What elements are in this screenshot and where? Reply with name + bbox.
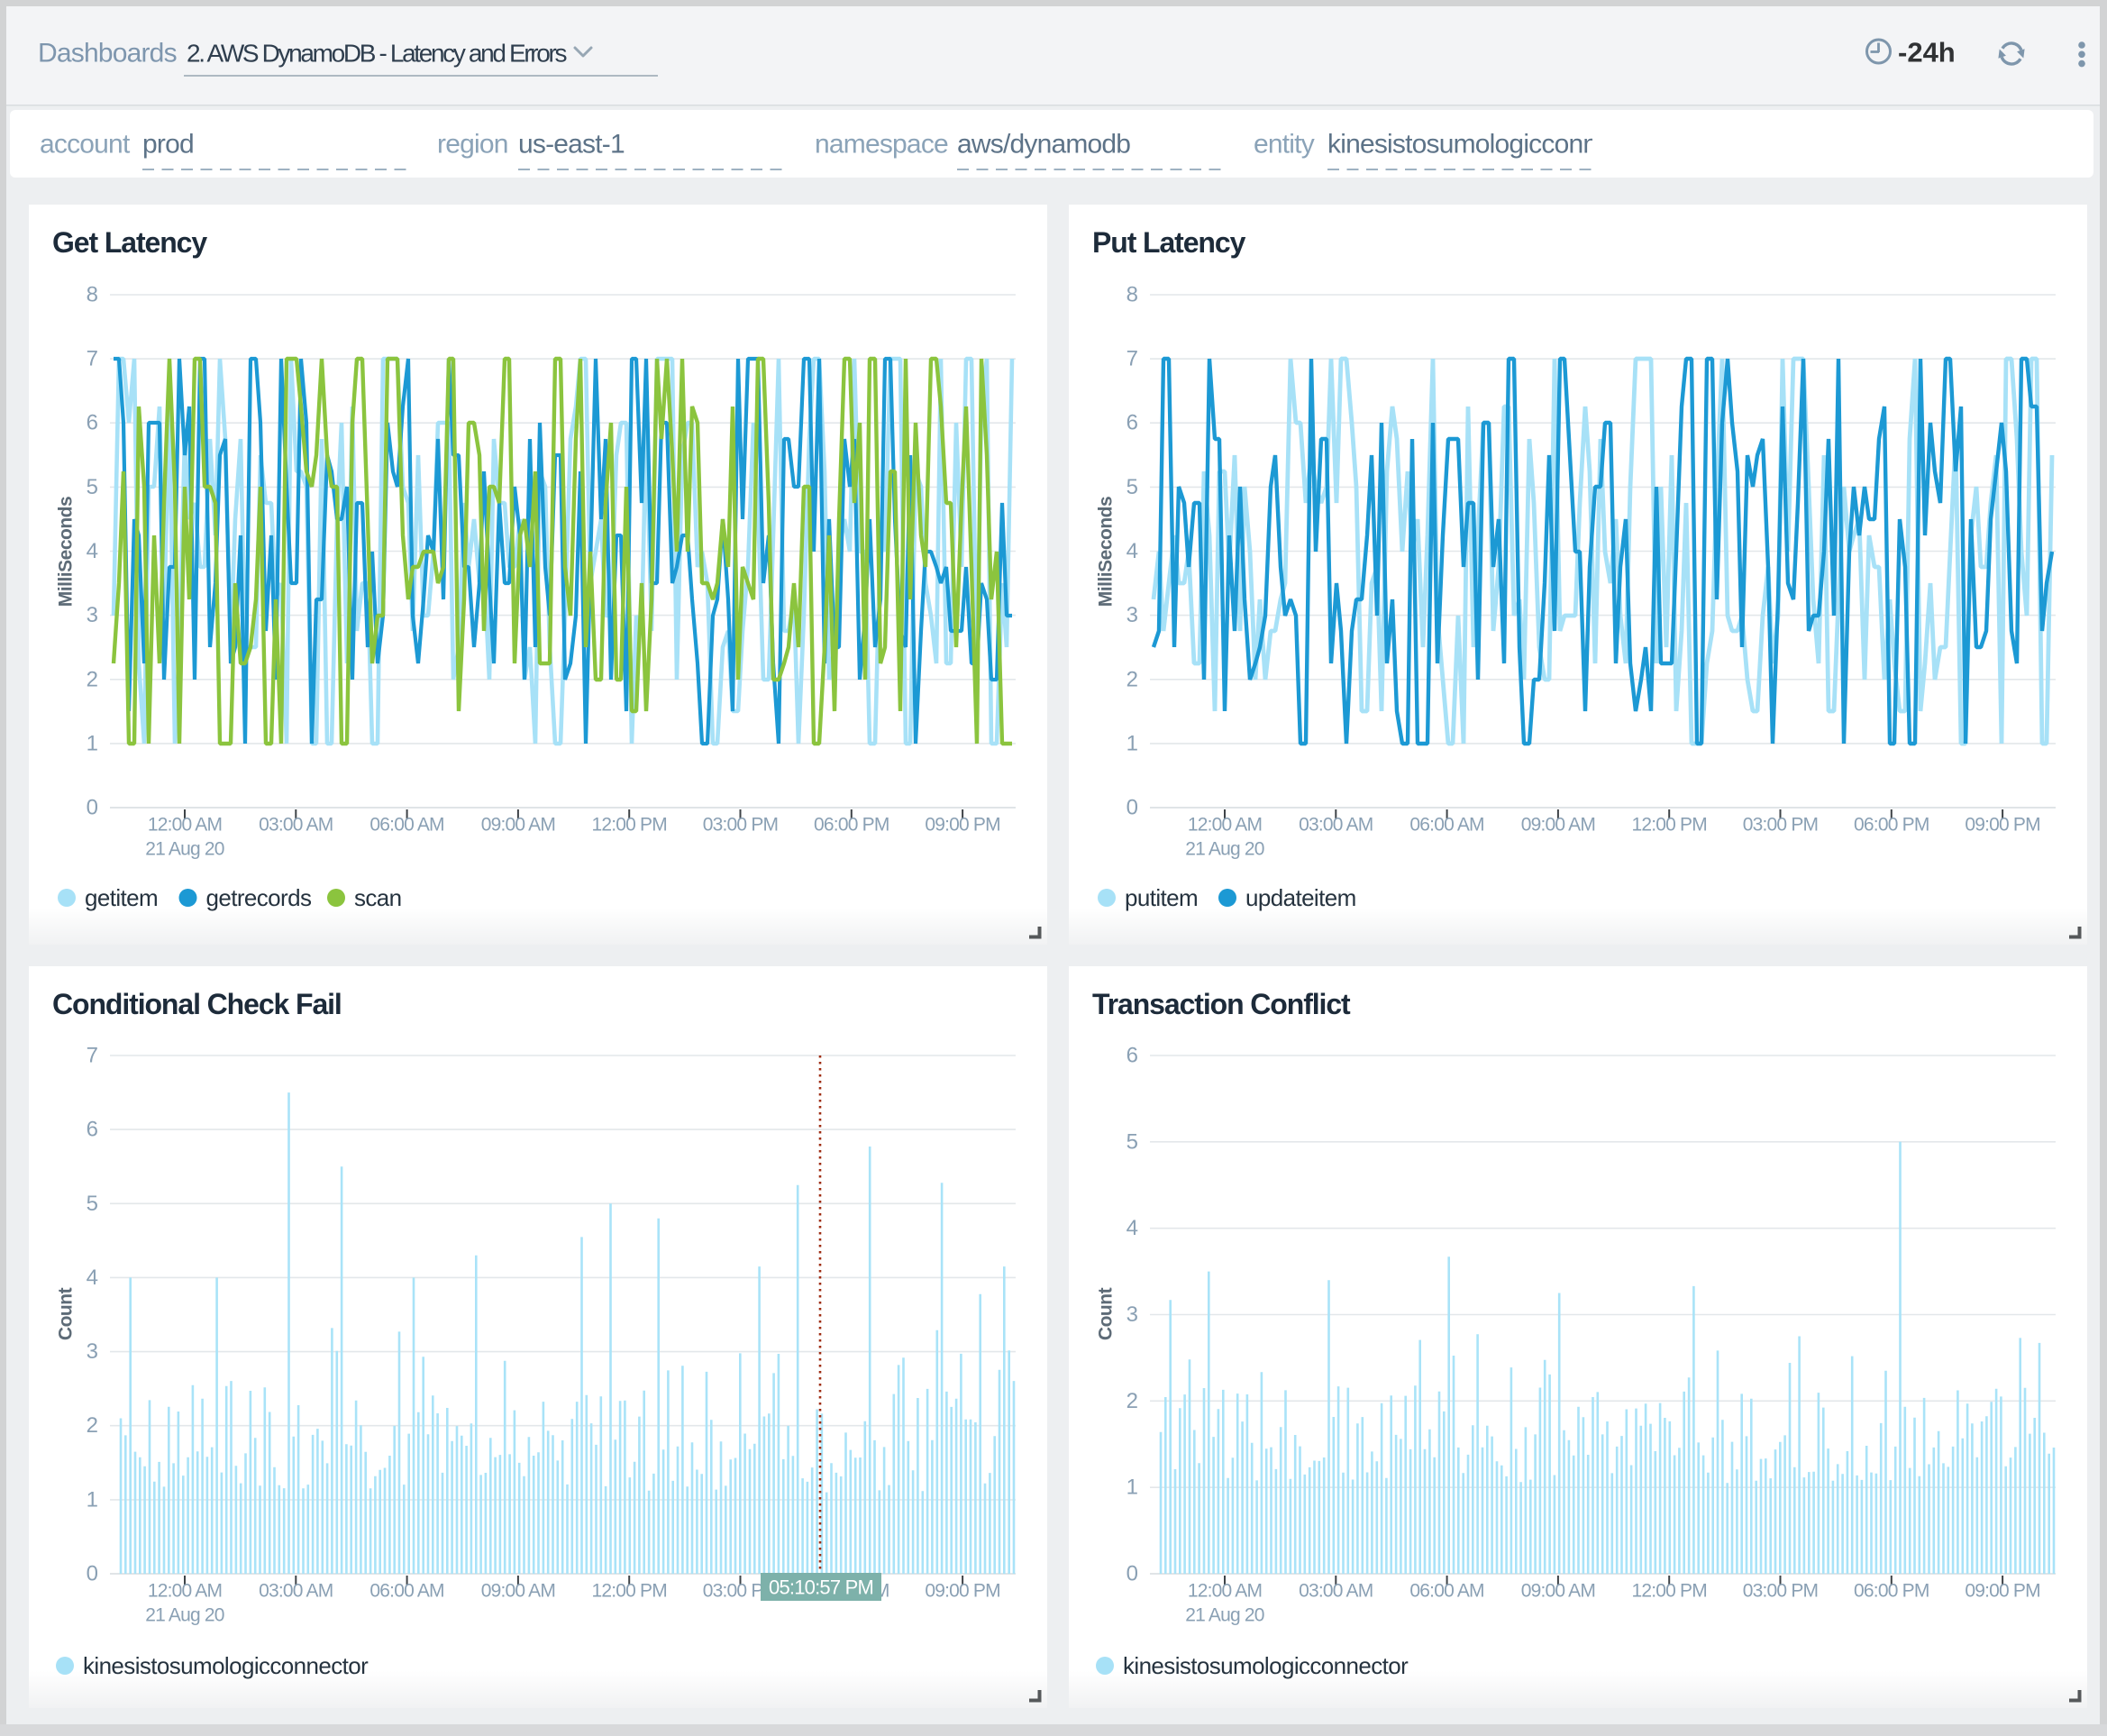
svg-text:4: 4	[87, 539, 98, 563]
svg-text:03:00 PM: 03:00 PM	[703, 815, 779, 836]
svg-text:6: 6	[87, 411, 98, 435]
svg-text:12:00 AM: 12:00 AM	[148, 815, 222, 836]
svg-text:prod: prod	[142, 130, 194, 160]
svg-text:5: 5	[1126, 475, 1138, 499]
svg-text:06:00 AM: 06:00 AM	[1409, 1581, 1483, 1602]
svg-text:0: 0	[87, 796, 98, 820]
svg-text:Get Latency: Get Latency	[52, 226, 207, 259]
svg-text:3: 3	[1126, 603, 1138, 627]
svg-text:21 Aug 20: 21 Aug 20	[1185, 839, 1264, 860]
svg-text:1: 1	[87, 731, 98, 755]
svg-text:03:00 AM: 03:00 AM	[259, 1581, 333, 1602]
svg-text:2: 2	[87, 667, 98, 691]
svg-text:6: 6	[1126, 411, 1138, 435]
svg-text:Conditional Check Fail: Conditional Check Fail	[52, 988, 342, 1020]
svg-text:09:00 PM: 09:00 PM	[1965, 1581, 2040, 1602]
svg-text:2: 2	[1126, 667, 1138, 691]
svg-text:4: 4	[87, 1265, 98, 1290]
svg-text:1: 1	[87, 1487, 98, 1512]
svg-text:06:00 AM: 06:00 AM	[369, 1581, 443, 1602]
svg-text:03:00 PM: 03:00 PM	[1743, 1581, 1819, 1602]
svg-text:4: 4	[1126, 539, 1138, 563]
svg-text:12:00 PM: 12:00 PM	[1631, 815, 1707, 836]
svg-text:2: 2	[87, 1413, 98, 1438]
svg-text:3: 3	[1126, 1302, 1138, 1327]
svg-text:namespace: namespace	[815, 130, 948, 160]
svg-text:2. AWS DynamoDB - Latency and: 2. AWS DynamoDB - Latency and Errors	[187, 40, 566, 68]
svg-text:06:00 AM: 06:00 AM	[369, 815, 443, 836]
svg-text:MilliSeconds: MilliSeconds	[1096, 497, 1117, 607]
svg-text:getrecords: getrecords	[206, 884, 312, 911]
svg-text:entity: entity	[1254, 130, 1315, 160]
svg-text:12:00 PM: 12:00 PM	[591, 815, 667, 836]
svg-text:2: 2	[1126, 1389, 1138, 1413]
svg-text:09:00 AM: 09:00 AM	[1521, 1581, 1595, 1602]
svg-text:09:00 PM: 09:00 PM	[925, 1581, 1000, 1602]
svg-text:8: 8	[87, 283, 98, 307]
svg-text:region: region	[437, 130, 508, 160]
svg-text:03:00 AM: 03:00 AM	[1299, 815, 1373, 836]
svg-text:kinesistosumologicconnector: kinesistosumologicconnector	[1123, 1652, 1409, 1679]
svg-text:aws/dynamodb: aws/dynamodb	[957, 130, 1130, 160]
svg-text:06:00 PM: 06:00 PM	[1854, 815, 1929, 836]
svg-text:MilliSeconds: MilliSeconds	[56, 497, 77, 607]
svg-text:09:00 PM: 09:00 PM	[1965, 815, 2040, 836]
svg-text:7: 7	[87, 347, 98, 371]
svg-text:09:00 PM: 09:00 PM	[925, 815, 1000, 836]
svg-text:12:00 AM: 12:00 AM	[1188, 815, 1262, 836]
svg-text:06:00 AM: 06:00 AM	[1409, 815, 1483, 836]
svg-text:12:00 PM: 12:00 PM	[1631, 1581, 1707, 1602]
svg-text:Dashboards: Dashboards	[38, 39, 177, 69]
svg-text:scan: scan	[354, 884, 402, 911]
svg-text:us-east-1: us-east-1	[518, 130, 625, 160]
svg-text:Put Latency: Put Latency	[1092, 226, 1246, 259]
svg-text:Count: Count	[1096, 1287, 1117, 1340]
svg-text:1: 1	[1126, 731, 1138, 755]
svg-text:3: 3	[87, 603, 98, 627]
svg-text:4: 4	[1126, 1216, 1138, 1240]
svg-text:3: 3	[87, 1339, 98, 1364]
svg-text:kinesistosumologicconnector: kinesistosumologicconnector	[83, 1652, 369, 1679]
svg-text:12:00 AM: 12:00 AM	[148, 1581, 222, 1602]
svg-text:0: 0	[87, 1562, 98, 1586]
svg-text:5: 5	[87, 1192, 98, 1216]
svg-text:account: account	[40, 130, 131, 160]
svg-text:06:00 PM: 06:00 PM	[1854, 1581, 1929, 1602]
svg-text:06:00 PM: 06:00 PM	[814, 815, 889, 836]
svg-text:09:00 AM: 09:00 AM	[481, 1581, 555, 1602]
svg-text:7: 7	[87, 1044, 98, 1068]
svg-text:03:00 AM: 03:00 AM	[1299, 1581, 1373, 1602]
svg-text:0: 0	[1126, 796, 1138, 820]
svg-text:21 Aug 20: 21 Aug 20	[145, 1605, 224, 1626]
svg-text:03:00 PM: 03:00 PM	[1743, 815, 1819, 836]
svg-text:putitem: putitem	[1125, 884, 1198, 911]
svg-text:03:00 AM: 03:00 AM	[259, 815, 333, 836]
svg-text:getitem: getitem	[85, 884, 158, 911]
svg-text:1: 1	[1126, 1476, 1138, 1500]
svg-text:6: 6	[1126, 1044, 1138, 1068]
svg-text:5: 5	[87, 475, 98, 499]
svg-text:8: 8	[1126, 283, 1138, 307]
svg-text:updateitem: updateitem	[1245, 884, 1356, 911]
svg-text:6: 6	[87, 1118, 98, 1142]
svg-text:05:10:57 PM: 05:10:57 PM	[769, 1576, 873, 1599]
svg-text:09:00 AM: 09:00 AM	[481, 815, 555, 836]
svg-text:Count: Count	[56, 1287, 77, 1340]
svg-text:7: 7	[1126, 347, 1138, 371]
svg-text:21 Aug 20: 21 Aug 20	[145, 839, 224, 860]
svg-text:Transaction Conflict: Transaction Conflict	[1092, 988, 1351, 1020]
svg-text:5: 5	[1126, 1129, 1138, 1154]
svg-text:21 Aug 20: 21 Aug 20	[1185, 1605, 1264, 1626]
svg-text:0: 0	[1126, 1562, 1138, 1586]
svg-text:12:00 AM: 12:00 AM	[1188, 1581, 1262, 1602]
svg-text:09:00 AM: 09:00 AM	[1521, 815, 1595, 836]
svg-text:12:00 PM: 12:00 PM	[591, 1581, 667, 1602]
svg-text:-24h: -24h	[1898, 37, 1956, 69]
